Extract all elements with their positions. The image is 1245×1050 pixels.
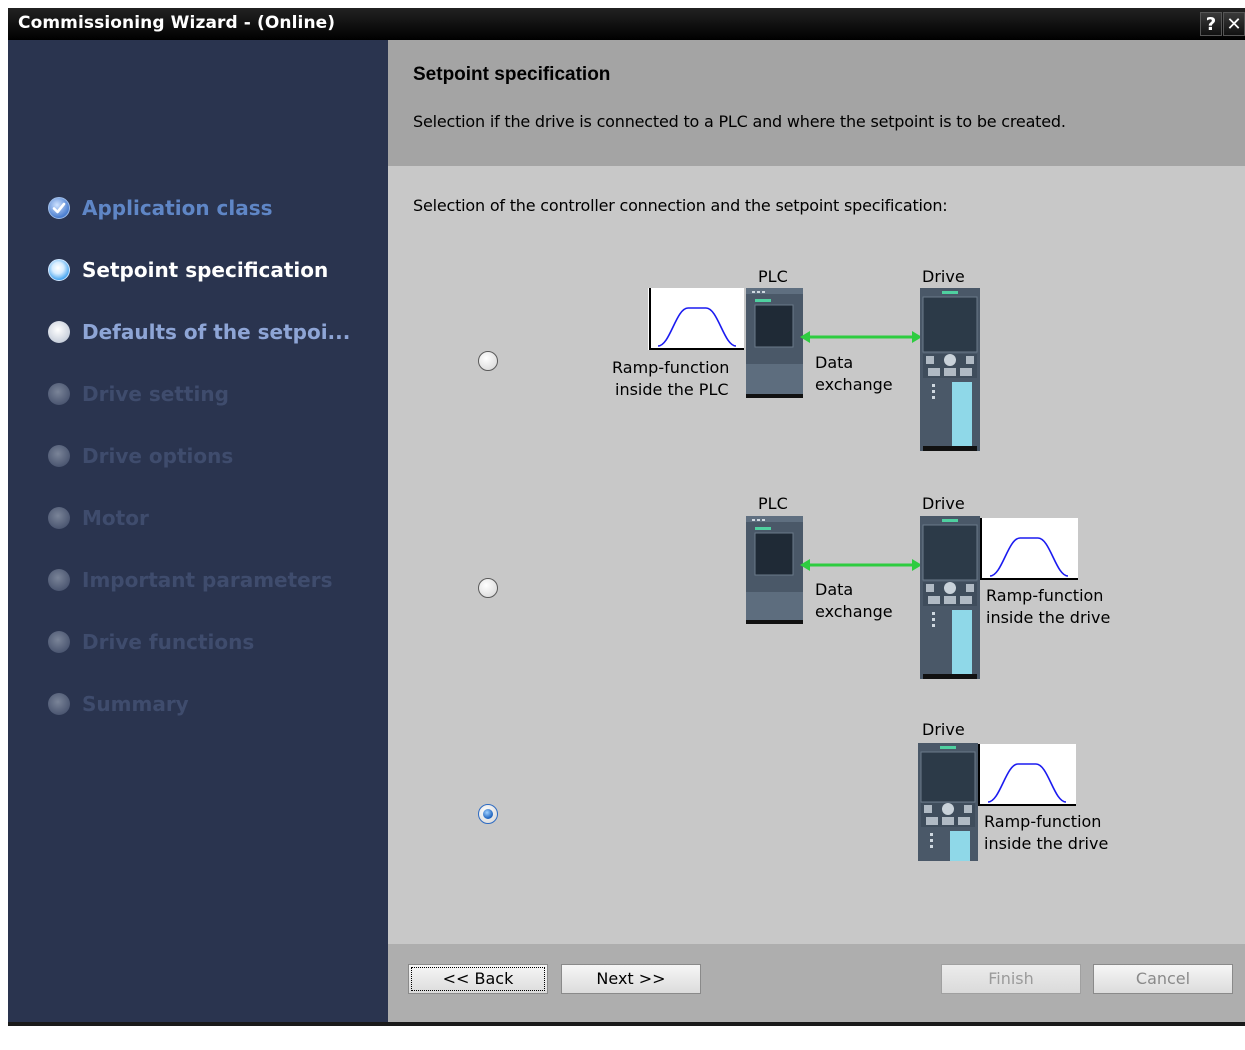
help-icon[interactable]: ? [1200,12,1222,36]
step-label: Drive setting [82,382,229,406]
finish-button[interactable]: Finish [941,964,1081,994]
close-icon[interactable]: ✕ [1223,12,1245,36]
drive-label: Drive [922,720,965,739]
step-label: Setpoint specification [82,258,329,282]
drive-device-icon [920,516,980,679]
plc-device-icon [746,288,803,398]
wizard-step-sidebar: Application class Setpoint specification… [8,40,388,1022]
ramp-label-line1: Ramp-function [984,812,1102,831]
content-panel: Setpoint specification Selection if the … [388,40,1245,1022]
ramp-label-line2: inside the drive [984,834,1109,853]
exchange-label-line2: exchange [815,602,893,621]
step-drive-setting: Drive setting [48,379,229,409]
disabled-step-icon [48,631,70,653]
disabled-step-icon [48,569,70,591]
plc-device-icon [746,516,803,624]
title-bar[interactable]: Commissioning Wizard - (Online) ? ✕ [8,8,1245,40]
step-summary: Summary [48,689,189,719]
step-defaults-of-setpoint[interactable]: Defaults of the setpoi... [48,317,350,347]
step-application-class[interactable]: Application class [48,193,273,223]
option-drive-only-radio[interactable] [478,804,498,824]
disabled-step-icon [48,445,70,467]
step-label: Defaults of the setpoi... [82,320,351,344]
step-label: Motor [82,506,149,530]
ramp-label-line2: inside the PLC [615,380,729,399]
cancel-button[interactable]: Cancel [1093,964,1233,994]
page-header: Setpoint specification Selection if the … [388,40,1245,166]
ramp-curve-chart [648,288,744,350]
plc-label: PLC [758,494,788,513]
step-important-parameters: Important parameters [48,565,333,595]
disabled-step-icon [48,693,70,715]
wizard-window: Commissioning Wizard - (Online) ? ✕ Appl… [8,8,1245,1022]
drive-label: Drive [922,267,965,286]
pending-step-icon [48,321,70,343]
step-label: Summary [82,692,189,716]
drive-device-icon [920,288,980,451]
window-title: Commissioning Wizard - (Online) [18,13,336,33]
exchange-label-line1: Data [815,580,854,599]
step-label: Drive functions [82,630,255,654]
step-setpoint-specification[interactable]: Setpoint specification [48,255,328,285]
exchange-label-line1: Data [815,353,854,372]
exchange-label-line2: exchange [815,375,893,394]
drive-device-icon [918,743,978,861]
disabled-step-icon [48,507,70,529]
page-subtitle: Selection if the drive is connected to a… [413,112,1066,131]
step-motor: Motor [48,503,149,533]
step-label: Application class [82,196,273,220]
back-button[interactable]: << Back [408,964,548,994]
step-label: Important parameters [82,568,333,592]
data-exchange-arrow [800,331,922,343]
plc-label: PLC [758,267,788,286]
page-title: Setpoint specification [413,64,611,85]
step-label: Drive options [82,444,234,468]
window-bottom-border [8,1022,1245,1026]
drive-label: Drive [922,494,965,513]
radio-selected-dot [483,809,493,819]
ramp-curve-chart [978,744,1076,806]
ramp-label-line1: Ramp-function [986,586,1104,605]
data-exchange-arrow [800,559,922,571]
active-step-icon [48,259,70,281]
selection-instruction: Selection of the controller connection a… [413,196,948,215]
option-ramp-in-plc-radio[interactable] [478,351,498,371]
option-ramp-in-drive-radio[interactable] [478,578,498,598]
step-drive-functions: Drive functions [48,627,254,657]
disabled-step-icon [48,383,70,405]
next-button[interactable]: Next >> [561,964,701,994]
checkmark-icon [48,197,70,219]
step-drive-options: Drive options [48,441,233,471]
ramp-curve-chart [980,518,1078,580]
button-bar: << Back Next >> Finish Cancel [388,944,1245,1022]
ramp-label-line2: inside the drive [986,608,1111,627]
ramp-label-line1: Ramp-function [612,358,730,377]
